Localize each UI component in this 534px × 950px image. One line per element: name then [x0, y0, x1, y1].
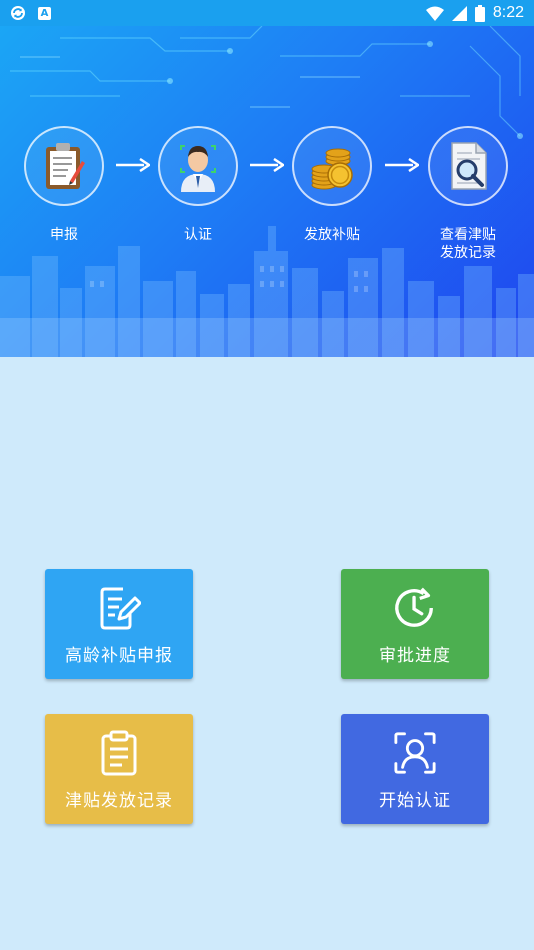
senior-subsidy-apply-button[interactable]: 高龄补贴申报 — [45, 569, 193, 679]
allowance-records-button[interactable]: 津贴发放记录 — [45, 714, 193, 824]
start-verification-button[interactable]: 开始认证 — [341, 714, 489, 824]
tile-label: 津贴发放记录 — [65, 791, 173, 811]
step-circle — [428, 126, 508, 206]
clipboard-icon — [46, 143, 85, 189]
arrow-right-icon — [250, 158, 284, 172]
face-verify-icon — [180, 145, 216, 192]
step-circle — [24, 126, 104, 206]
step-circle — [158, 126, 238, 206]
face-scan-icon — [394, 732, 436, 774]
status-time: 8:22 — [492, 4, 524, 21]
status-bar: A 8:22 — [0, 0, 534, 26]
edit-document-icon — [100, 587, 141, 630]
step-label: 查看津贴 发放记录 — [440, 227, 496, 261]
a-notification-icon: A — [38, 6, 51, 20]
process-banner: 申报 认证 发放补贴 查看津贴 发放记录 — [0, 26, 534, 357]
approval-progress-button[interactable]: 审批进度 — [341, 569, 489, 679]
document-search-icon — [451, 142, 487, 190]
step-subsidy: 发放补贴 — [292, 126, 372, 244]
step-label: 认证 — [184, 227, 212, 243]
tile-label: 开始认证 — [379, 791, 451, 811]
step-records: 查看津贴 发放记录 — [428, 126, 508, 262]
wifi-icon — [425, 6, 444, 21]
tile-label: 审批进度 — [379, 646, 451, 666]
step-circle — [292, 126, 372, 206]
step-verify: 认证 — [158, 126, 238, 244]
signal-icon — [451, 5, 467, 21]
battery-icon — [474, 4, 485, 22]
step-label: 发放补贴 — [304, 227, 360, 243]
arrow-right-icon — [116, 158, 150, 172]
step-apply: 申报 — [24, 126, 104, 244]
sync-icon — [11, 6, 25, 20]
step-label: 申报 — [50, 227, 78, 243]
coins-icon — [311, 148, 353, 190]
clipboard-list-icon — [101, 730, 137, 776]
arrow-right-icon — [385, 158, 419, 172]
tile-label: 高龄补贴申报 — [65, 646, 173, 666]
clock-refresh-icon — [395, 587, 433, 627]
